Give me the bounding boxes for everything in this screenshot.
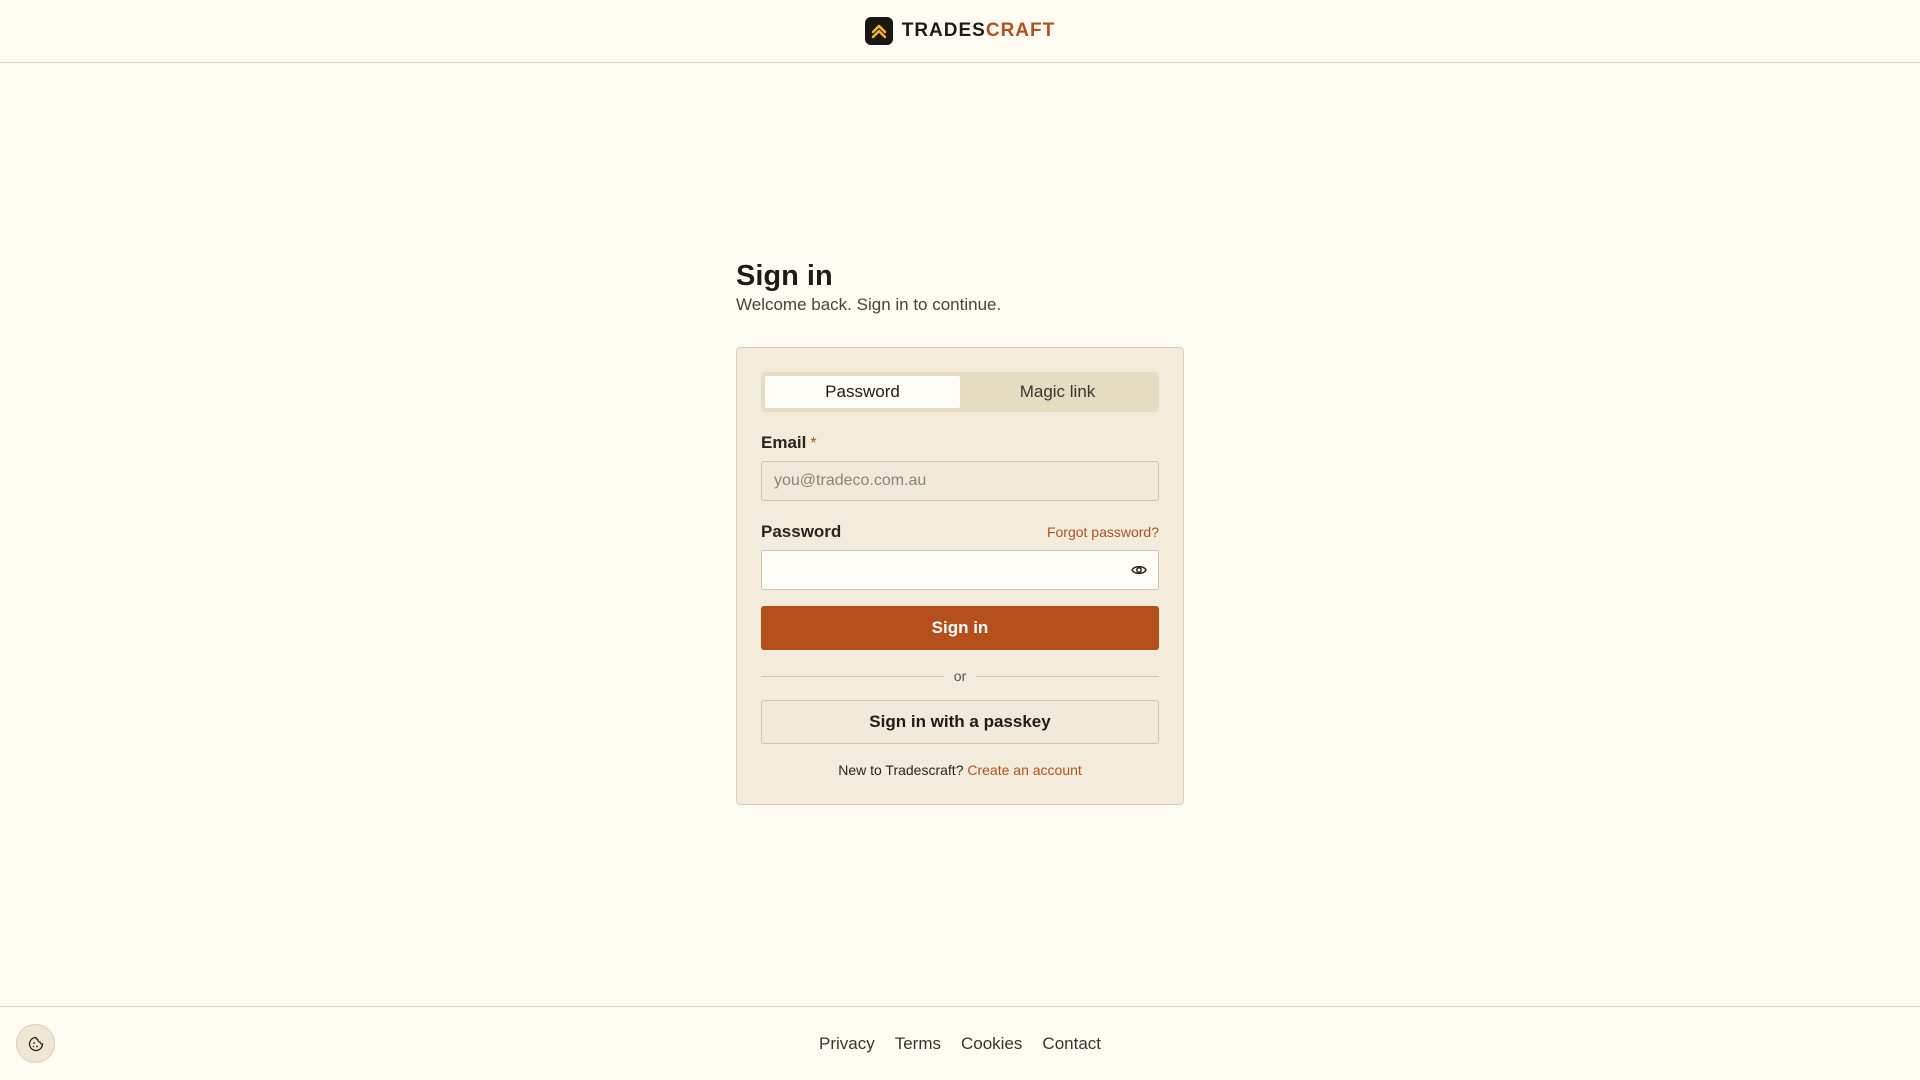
sign-in-card: Password Magic link Email* Password Forg… [736, 347, 1184, 805]
email-label-wrap: Email * [761, 433, 817, 453]
email-field[interactable] [761, 461, 1159, 501]
password-field-wrap [761, 550, 1159, 590]
required-mark: * [810, 435, 817, 452]
brand-name: TRADESCRAFT [902, 20, 1056, 42]
brand-logo[interactable]: TRADESCRAFT [864, 17, 1056, 45]
divider-line-left [761, 675, 944, 677]
passkey-button[interactable]: Sign in with a passkey [761, 700, 1159, 744]
footer-link-cookies[interactable]: Cookies [961, 1034, 1022, 1054]
page-title: Sign in [736, 260, 833, 292]
password-label-row: Password Forgot password? [761, 521, 1159, 543]
footer-link-contact[interactable]: Contact [1042, 1034, 1101, 1054]
eye-icon[interactable] [1129, 561, 1149, 579]
create-account-link[interactable]: Create an account [967, 762, 1081, 778]
sign-in-section: Sign in Welcome back. Sign in to continu… [736, 258, 1184, 805]
password-field[interactable] [761, 550, 1159, 590]
password-label: Password [761, 522, 842, 541]
forgot-password-link[interactable]: Forgot password? [1047, 524, 1159, 540]
or-divider: or [761, 666, 1160, 686]
email-label-row: Email * [761, 432, 1159, 454]
signup-prompt: New to Tradescraft? [838, 762, 964, 778]
footer-link-terms[interactable]: Terms [895, 1034, 941, 1054]
tab-password[interactable]: Password [765, 376, 960, 408]
signup-prompt-row: New to Tradescraft? Create an account [761, 762, 1159, 778]
top-header: TRADESCRAFT [0, 0, 1920, 63]
sign-in-button[interactable]: Sign in [761, 606, 1159, 650]
cookie-icon[interactable] [16, 1024, 55, 1063]
footer: Privacy Terms Cookies Contact [0, 1006, 1920, 1080]
chevron-up-icon [864, 17, 893, 45]
footer-link-privacy[interactable]: Privacy [819, 1034, 875, 1054]
brand-name-part1: TRADES [901, 20, 986, 41]
brand-name-part2: CRAFT [985, 20, 1056, 41]
divider-label: or [953, 668, 967, 684]
email-field-wrap [761, 461, 1159, 501]
divider-line-right [976, 675, 1160, 677]
auth-method-tabs: Password Magic link [761, 372, 1159, 412]
tab-magic-link[interactable]: Magic link [960, 376, 1155, 408]
page-subtitle: Welcome back. Sign in to continue. [736, 295, 1002, 314]
email-label: Email [761, 433, 807, 452]
